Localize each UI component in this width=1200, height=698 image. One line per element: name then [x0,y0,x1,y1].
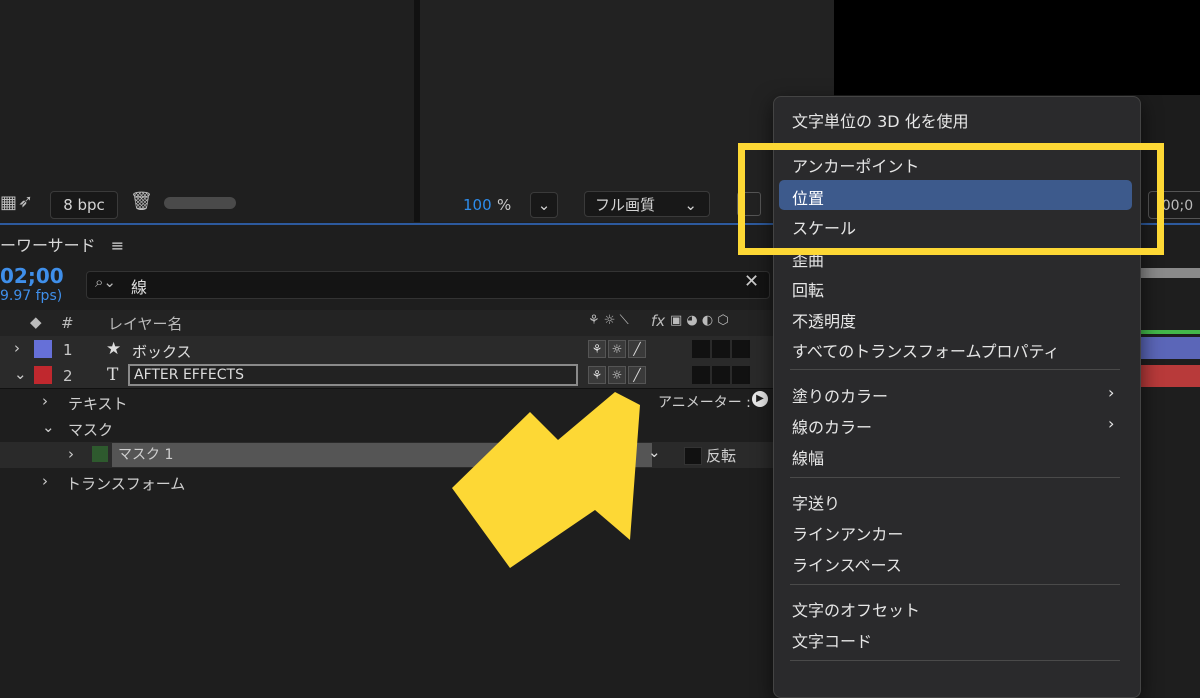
chevron-right-icon: › [1108,414,1115,433]
menu-item-character-offset[interactable]: 文字のオフセット [792,597,920,621]
work-area-bar[interactable] [1138,268,1200,278]
bit-depth-button[interactable]: 8 bpc [50,191,118,219]
menu-item-line-spacing[interactable]: ラインスペース [792,552,902,576]
menu-separator [790,369,1120,370]
switch-box[interactable] [692,340,710,358]
chevron-down-icon: ⌄ [684,196,697,214]
label-color-swatch[interactable] [34,340,52,358]
menu-item-all-transform[interactable]: すべてのトランスフォームプロパティ [792,338,1060,362]
menu-item-per-char-3d[interactable]: 文字単位の 3D 化を使用 [792,108,969,132]
close-icon[interactable]: ✕ [744,271,759,292]
header-layer-name[interactable]: レイヤー名 [108,313,183,334]
search-icon[interactable]: ⌕⌄ [95,273,116,291]
menu-item-line-anchor[interactable]: ラインアンカー [792,521,903,545]
menu-item-character-value[interactable]: 文字コード [792,628,872,652]
mask-property[interactable]: マスク [68,419,113,440]
film-icon[interactable]: ▦ [0,192,17,213]
layer-number: 2 [63,367,73,385]
scroll-slider[interactable] [164,197,236,209]
text-property[interactable]: テキスト [68,393,128,414]
chevron-right-icon[interactable]: › [68,445,74,463]
layer-number: 1 [63,341,73,359]
menu-item-stroke-width[interactable]: 線幅 [792,445,824,469]
chevron-right-icon[interactable]: › [42,472,48,490]
menu-separator [790,584,1120,585]
callout-arrow [452,392,640,568]
menu-item-stroke-color[interactable]: 線のカラー [792,414,872,438]
trash-icon[interactable]: 🗑 [130,191,153,212]
composition-viewer-left [0,0,414,186]
zoom-dropdown[interactable]: ⌄ [530,192,558,218]
chevron-down-icon[interactable]: ⌄ [14,365,27,383]
search-input[interactable] [86,271,770,299]
rocket-icon[interactable]: ➶ [18,191,33,212]
chevron-right-icon[interactable]: › [14,339,20,357]
switch-box[interactable] [732,366,750,384]
switch-box[interactable] [712,366,730,384]
panel-menu-icon[interactable]: ≡ [111,236,124,255]
menu-item-tracking[interactable]: 字送り [792,490,840,514]
preview-area [834,0,1200,95]
switch-box[interactable] [732,340,750,358]
current-time[interactable]: 02;00 [0,264,64,288]
invert-checkbox[interactable] [684,447,702,465]
callout-highlight-box [738,143,1164,255]
text-layer-icon: T [107,365,119,385]
layer-duration-bar[interactable] [1138,365,1200,387]
render-switches-icons: ▣ ◕ ◐ ⬡ [670,313,729,328]
transform-property[interactable]: トランスフォーム [66,473,185,494]
composition-tab[interactable]: ーワーサード ≡ [0,232,124,256]
composition-tab-label: ーワーサード [0,236,96,255]
chevron-right-icon[interactable]: › [42,392,48,410]
menu-item-fill-color[interactable]: 塗りのカラー [792,383,888,407]
header-number: # [61,314,74,332]
zoom-value[interactable]: 100 [463,196,492,214]
invert-label: 反転 [706,447,737,465]
star-icon: ★ [106,339,122,359]
chevron-right-icon: › [1108,383,1115,402]
label-icon: ◆ [30,313,42,331]
fx-icon: fx [651,312,666,330]
quality-switch[interactable]: ╱ [628,340,646,358]
chevron-down-icon[interactable]: ⌄ [42,418,55,436]
chevron-down-icon: ⌄ [537,196,551,214]
resolution-label: フル画質 [595,196,656,214]
frame-rate: 9.97 fps) [0,288,63,304]
switch-box[interactable] [692,366,710,384]
shy-switch[interactable]: ⚘ [588,340,606,358]
switches-icons: ⚘ ☼ ⟍ [588,313,629,328]
layer-duration-bar[interactable] [1138,337,1200,359]
layer-name[interactable]: ボックス [132,341,192,362]
collapse-switch[interactable]: ☼ [608,340,626,358]
zoom-unit: % [497,196,512,214]
resolution-dropdown[interactable]: フル画質 ⌄ [584,191,710,217]
animate-button[interactable]: ▶ [752,391,768,407]
label-color-swatch[interactable] [34,366,52,384]
switch-box[interactable] [712,340,730,358]
mask-color-swatch[interactable] [92,446,108,462]
search-value: 線 [131,278,148,297]
menu-item-opacity[interactable]: 不透明度 [792,308,856,332]
render-bar [1138,330,1200,334]
menu-separator [790,660,1120,661]
menu-separator [790,477,1120,478]
menu-item-rotation[interactable]: 回転 [792,277,824,301]
